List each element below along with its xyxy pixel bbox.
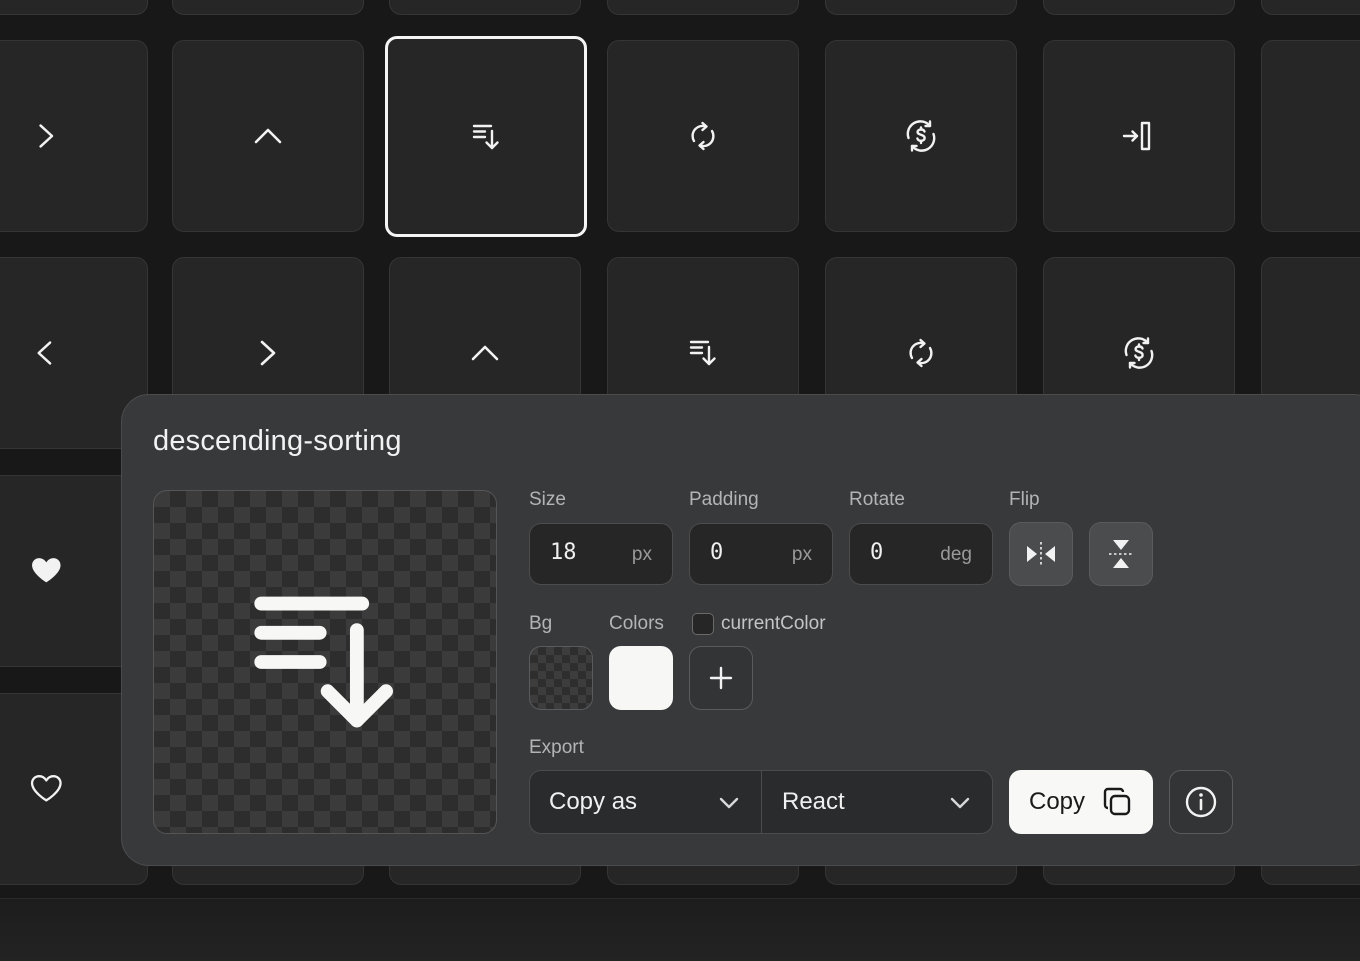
icon-detail-panel: descending-sorting Size 18 px Padding 0 … (121, 394, 1360, 866)
color-swatch[interactable] (609, 646, 673, 710)
format-select[interactable]: React (762, 771, 992, 833)
chevron-right-icon (260, 340, 276, 366)
size-label: Size (529, 489, 566, 510)
copy-button[interactable]: Copy (1009, 770, 1153, 834)
bg-label: Bg (529, 613, 553, 634)
size-value: 18 (550, 540, 577, 565)
dollar-sync-icon (906, 120, 936, 152)
login-icon (1122, 121, 1151, 151)
icon-preview (153, 490, 497, 834)
chevron-right-icon (39, 124, 54, 148)
flip-horizontal-icon (1027, 542, 1055, 566)
size-field[interactable]: 18 px (529, 523, 673, 585)
icon-tile[interactable] (1261, 0, 1360, 15)
icon-tile-chevron-up[interactable] (172, 40, 364, 232)
add-color-button[interactable] (689, 646, 753, 710)
icon-tile[interactable] (825, 0, 1017, 15)
info-icon (1185, 786, 1217, 818)
descending-sorting-icon (254, 596, 393, 728)
copy-as-label: Copy as (549, 788, 638, 815)
refresh-icon (909, 338, 933, 368)
icon-tile[interactable] (1261, 40, 1360, 232)
current-color-checkbox[interactable] (692, 613, 714, 635)
copy-as-select[interactable]: Copy as (530, 771, 762, 833)
padding-label: Padding (689, 489, 759, 510)
bg-swatch[interactable] (529, 646, 593, 710)
icon-tile[interactable] (389, 0, 581, 15)
icon-tile[interactable] (0, 0, 148, 15)
padding-field[interactable]: 0 px (689, 523, 833, 585)
icon-tile-login[interactable] (1043, 40, 1235, 232)
descending-sorting-icon (689, 340, 716, 366)
size-unit: px (631, 544, 652, 565)
copy-icon (1103, 787, 1131, 816)
chevron-left-icon (37, 341, 52, 365)
chevron-down-icon (719, 797, 739, 809)
flip-vertical-icon (1109, 540, 1133, 568)
dollar-sync-icon (1124, 337, 1154, 369)
padding-unit: px (791, 544, 812, 565)
flip-vertical-button[interactable] (1089, 522, 1153, 586)
icon-tile-descending-sorting[interactable] (385, 36, 587, 237)
chevron-up-icon (471, 345, 499, 361)
chevron-up-icon (254, 128, 282, 144)
rotate-value: 0 (870, 540, 884, 565)
bottom-bar (0, 898, 1360, 961)
flip-horizontal-button[interactable] (1009, 522, 1073, 586)
flip-label: Flip (1009, 489, 1040, 510)
rotate-field[interactable]: 0 deg (849, 523, 993, 585)
icon-tile[interactable] (172, 0, 364, 15)
icon-tile[interactable] (1043, 0, 1235, 15)
icon-tile-chevron-right[interactable] (0, 40, 148, 232)
refresh-icon (691, 121, 715, 151)
export-label: Export (529, 737, 584, 758)
plus-icon (709, 666, 733, 690)
descending-sorting-icon (472, 124, 499, 149)
icon-tile-dollar-sync[interactable] (825, 40, 1017, 232)
format-label: React (782, 788, 845, 815)
colors-label: Colors (609, 613, 664, 634)
padding-value: 0 (710, 540, 724, 565)
current-color-label: currentColor (721, 613, 826, 634)
icon-tile[interactable] (607, 0, 799, 15)
chevron-down-icon (950, 797, 970, 809)
rotate-label: Rotate (849, 489, 905, 510)
copy-button-label: Copy (1028, 788, 1086, 815)
icon-name-title: descending-sorting (153, 425, 402, 457)
icon-tile-refresh[interactable] (607, 40, 799, 232)
rotate-unit: deg (940, 544, 972, 565)
info-button[interactable] (1169, 770, 1233, 834)
export-select-group: Copy as React (529, 770, 993, 834)
